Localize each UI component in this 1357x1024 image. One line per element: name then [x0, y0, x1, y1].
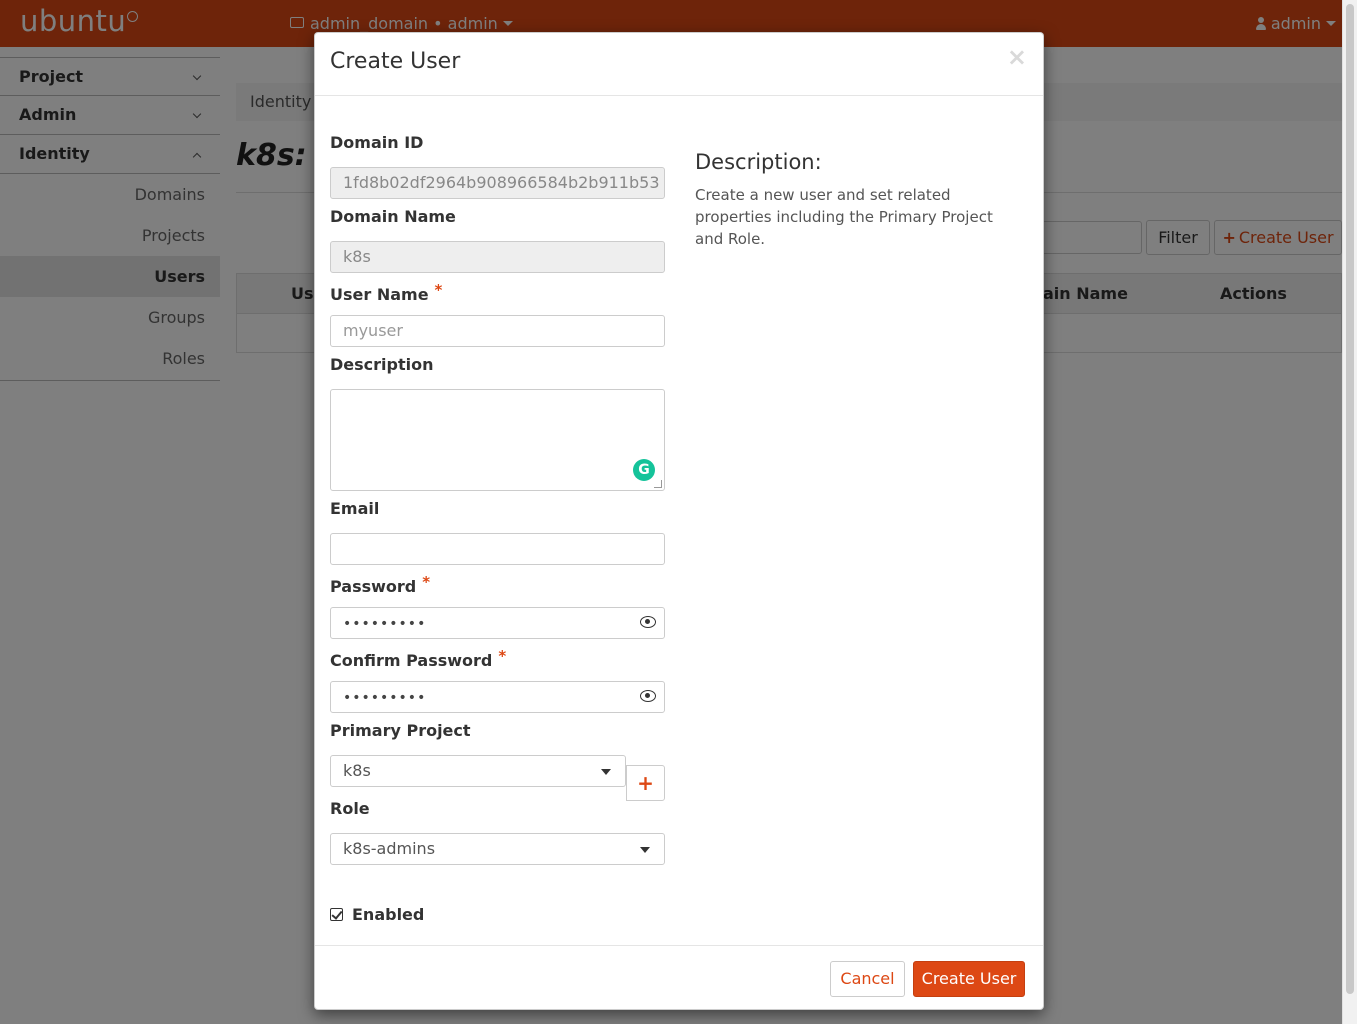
- confirm-password-label: Confirm Password *: [330, 647, 507, 670]
- help-title: Description:: [695, 150, 822, 174]
- password-value: •••••••••: [343, 616, 427, 632]
- domain-name-field: k8s: [330, 241, 665, 273]
- dialog-footer: Cancel Create User: [315, 945, 1043, 1009]
- page-scrollbar[interactable]: [1342, 0, 1357, 1024]
- required-marker: *: [422, 573, 431, 591]
- resize-handle[interactable]: [654, 480, 662, 488]
- primary-project-control: k8s +: [330, 755, 665, 801]
- help-panel: Description: Create a new user and set r…: [695, 150, 1025, 250]
- primary-project-select[interactable]: k8s: [330, 755, 626, 787]
- role-label: Role: [330, 799, 370, 818]
- primary-project-group: Primary Project k8s +: [330, 721, 665, 801]
- confirm-password-group: Confirm Password * •••••••••: [330, 647, 665, 713]
- domain-name-label: Domain Name: [330, 207, 456, 226]
- dialog-title: Create User: [330, 49, 461, 74]
- email-group: Email: [330, 499, 665, 565]
- domain-id-label: Domain ID: [330, 133, 424, 152]
- cancel-button[interactable]: Cancel: [830, 961, 905, 997]
- checkbox-checked-icon[interactable]: [330, 908, 343, 921]
- close-icon[interactable]: ×: [1007, 45, 1027, 69]
- grammarly-icon[interactable]: G: [633, 459, 655, 481]
- required-marker: *: [434, 281, 443, 299]
- create-user-dialog: Create User × Domain ID 1fd8b02df2964b90…: [314, 32, 1044, 1010]
- eye-icon[interactable]: [640, 690, 656, 702]
- primary-project-label: Primary Project: [330, 721, 471, 740]
- eye-icon[interactable]: [640, 616, 656, 628]
- description-label: Description: [330, 355, 434, 374]
- required-marker: *: [498, 647, 507, 665]
- email-label: Email: [330, 499, 380, 518]
- scrollbar-thumb[interactable]: [1346, 4, 1354, 994]
- help-text: Create a new user and set related proper…: [695, 186, 993, 248]
- user-name-group: User Name * myuser: [330, 281, 665, 347]
- description-group: Description G: [330, 355, 665, 491]
- password-input[interactable]: •••••••••: [330, 607, 665, 639]
- domain-id-field: 1fd8b02df2964b908966584b2b911b53: [330, 167, 665, 199]
- user-name-label: User Name *: [330, 281, 443, 304]
- enabled-group: Enabled: [330, 905, 665, 924]
- domain-name-group: Domain Name k8s: [330, 207, 665, 273]
- confirm-password-input[interactable]: •••••••••: [330, 681, 665, 713]
- create-user-submit-button[interactable]: Create User: [913, 961, 1025, 997]
- user-name-input[interactable]: myuser: [330, 315, 665, 347]
- confirm-password-value: •••••••••: [343, 690, 427, 706]
- caret-down-icon: [640, 847, 650, 853]
- domain-id-group: Domain ID 1fd8b02df2964b908966584b2b911b…: [330, 133, 665, 199]
- caret-down-icon: [601, 769, 611, 775]
- enabled-checkbox[interactable]: Enabled: [330, 905, 665, 924]
- role-select[interactable]: k8s-admins: [330, 833, 665, 865]
- dialog-header: Create User ×: [315, 33, 1043, 96]
- description-textarea[interactable]: G: [330, 389, 665, 491]
- password-label: Password *: [330, 573, 431, 596]
- password-group: Password * •••••••••: [330, 573, 665, 639]
- role-group: Role k8s-admins: [330, 799, 665, 865]
- email-input[interactable]: [330, 533, 665, 565]
- add-project-button[interactable]: +: [626, 765, 665, 801]
